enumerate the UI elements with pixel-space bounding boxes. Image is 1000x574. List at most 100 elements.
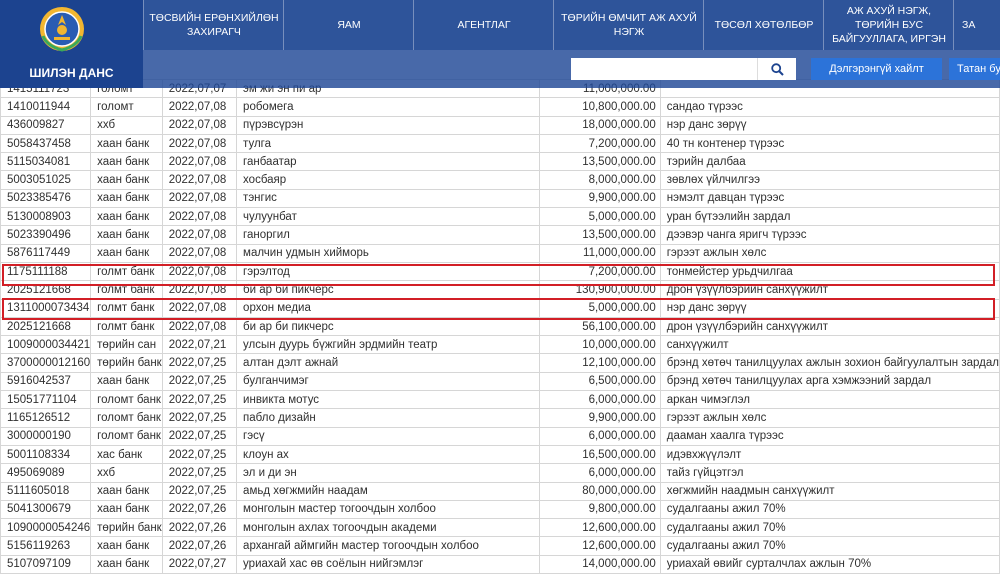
recipient-cell: тэнгис [236,188,541,209]
recipient-cell: чулуунбат [236,207,541,227]
account-cell: 3000000190 [0,426,92,446]
account-cell: 2025121668 [0,316,92,337]
date-cell: 2022,07,26 [161,536,238,556]
amount-cell: 5,000,000.00 [539,207,661,227]
bank-cell: голомт банк [90,390,163,410]
table-row: 5115034081 хаан банк 2022,07,08 ганбаатар 13… [0,152,1000,172]
recipient-cell: ганбаатар [236,152,541,172]
transactions-table: 1415111723 голомт 2022,07,07 эм жи эн пи ар… [0,78,1000,574]
bank-cell: хаан банк [90,481,163,501]
recipient-cell: булганчимэг [236,371,541,392]
description-cell: гэрээт ажлын хөлс [659,408,1000,428]
table-row: 15051771104 голомт банк 2022,07,25 инвикта … [0,390,1000,410]
nav-item-more[interactable]: ЗА [953,0,1000,50]
recipient-cell: клоун ах [236,444,541,465]
account-cell: 5041300679 [0,499,92,520]
table-row: 5041300679 хаан банк 2022,07,26 монголын ма… [0,499,1000,520]
brand-title: ШИЛЭН ДАНС [29,66,114,80]
amount-cell: 16,500,000.00 [539,444,661,465]
date-cell: 2022,07,08 [161,243,238,263]
amount-cell: 12,600,000.00 [539,518,661,538]
description-cell: уран бүтээлийн зардал [659,207,1000,227]
date-cell: 2022,07,08 [161,188,238,209]
date-cell: 2022,07,25 [161,426,238,446]
description-cell: тайз гүйцэтгэл [659,463,1000,483]
description-cell: нэмэлт давцан түрээс [659,188,1000,209]
bank-cell: хаан банк [90,188,163,209]
description-cell: санхүүжилт [659,335,1000,355]
account-cell: 5023385476 [0,188,92,209]
nav-item-project-program[interactable]: ТӨСӨЛ ХӨТӨЛБӨР [703,0,824,50]
table-row: 5107097109 хаан банк 2022,07,27 уриахай хас… [0,554,1000,574]
nav-item-budget-governor[interactable]: ТӨСВИЙН ЕРӨНХИЙЛӨН ЗАХИРАГЧ [143,0,284,50]
description-cell: идэвхжүүлэлт [659,444,1000,465]
description-cell: сандао түрээс [659,97,1000,117]
bank-cell: төрийн сан [90,335,163,355]
amount-cell: 18,000,000.00 [539,115,661,135]
date-cell: 2022,07,08 [161,225,238,245]
amount-cell: 10,800,000.00 [539,97,661,117]
account-cell: 1410011944 [0,97,92,117]
recipient-cell: малчин удмын хийморь [236,243,541,263]
date-cell: 2022,07,25 [161,390,238,410]
account-cell: 436009827 [0,115,92,135]
bank-cell: хаан банк [90,170,163,190]
amount-cell: 56,100,000.00 [539,316,661,337]
table-row: 436009827 ххб 2022,07,08 пүрэвсүрэн 18,000,0… [0,115,1000,135]
recipient-cell: монголын ахлах тогоочдын академи [236,518,541,538]
recipient-cell: эл и ди эн [236,463,541,483]
bank-cell: хаан банк [90,225,163,245]
date-cell: 2022,07,26 [161,518,238,538]
table-row: 1090000054246 төрийн банк 2022,07,26 монгол… [0,518,1000,538]
table-row: 5001108334 хас банк 2022,07,25 клоун ах 16,5… [0,444,1000,465]
account-cell: 5001108334 [0,444,92,465]
nav-item-ministry[interactable]: ЯАМ [283,0,414,50]
amount-cell: 7,200,000.00 [539,133,661,154]
search-button[interactable] [757,58,796,80]
table-row: 5058437458 хаан банк 2022,07,08 тулга 7,200,… [0,133,1000,154]
account-cell: 5111605018 [0,481,92,501]
recipient-cell: алтан дэлт ажнай [236,353,541,373]
date-cell: 2022,07,25 [161,481,238,501]
date-cell: 2022,07,27 [161,554,238,574]
bank-cell: хаан банк [90,371,163,392]
recipient-cell: робомега [236,97,541,117]
nav-item-business-ngo[interactable]: АЖ АХУЙ НЭГЖ, ТӨРИЙН БУС БАЙГУУЛЛАГА, ИР… [823,0,954,50]
search-icon [770,62,784,76]
description-cell: брэнд хөтөч танилцуулах ажлын зохион бай… [659,353,1000,373]
download-button[interactable]: Татан бу [949,58,1000,80]
recipient-cell: улсын дуурь бүжгийн эрдмийн театр [236,335,541,355]
amount-cell: 9,900,000.00 [539,188,661,209]
bank-cell: төрийн банк [90,518,163,538]
date-cell: 2022,07,08 [161,133,238,154]
account-cell: 5130008903 [0,207,92,227]
account-cell: 5916042537 [0,371,92,392]
highlight-box-2 [2,298,995,320]
description-cell: хөгжмийн наадмын санхүүжилт [659,481,1000,501]
description-cell: аркан чимэглэл [659,390,1000,410]
recipient-cell: тулга [236,133,541,154]
recipient-cell: архангай аймгийн мастер тогоочдын холбоо [236,536,541,556]
account-cell: 5107097109 [0,554,92,574]
bank-cell: хаан банк [90,554,163,574]
date-cell: 2022,07,08 [161,97,238,117]
nav-item-agency[interactable]: АГЕНТЛАГ [413,0,554,50]
logo-block[interactable]: ШИЛЭН ДАНС [0,0,143,88]
date-cell: 2022,07,08 [161,152,238,172]
bank-cell: хас банк [90,444,163,465]
account-cell: 1090000054246 [0,518,92,538]
description-cell: судалгааны ажил 70% [659,518,1000,538]
bank-cell: хаан банк [90,243,163,263]
nav-item-state-owned[interactable]: ТӨРИЙН ӨМЧИТ АЖ АХУЙ НЭГЖ [553,0,704,50]
recipient-cell: амьд хөгжмийн наадам [236,481,541,501]
bank-cell: хаан банк [90,536,163,556]
table-row: 1009000034421 төрийн сан 2022,07,21 улсын д… [0,335,1000,355]
advanced-search-button[interactable]: Дэлгэрэнгүй хайлт [811,58,942,80]
recipient-cell: ганоргил [236,225,541,245]
amount-cell: 9,900,000.00 [539,408,661,428]
description-cell: гэрээт ажлын хөлс [659,243,1000,263]
amount-cell: 13,500,000.00 [539,152,661,172]
account-cell: 3700000012160 [0,353,92,373]
search-input[interactable] [571,58,763,80]
recipient-cell: уриахай хас өв соёлын нийгэмлэг [236,554,541,574]
